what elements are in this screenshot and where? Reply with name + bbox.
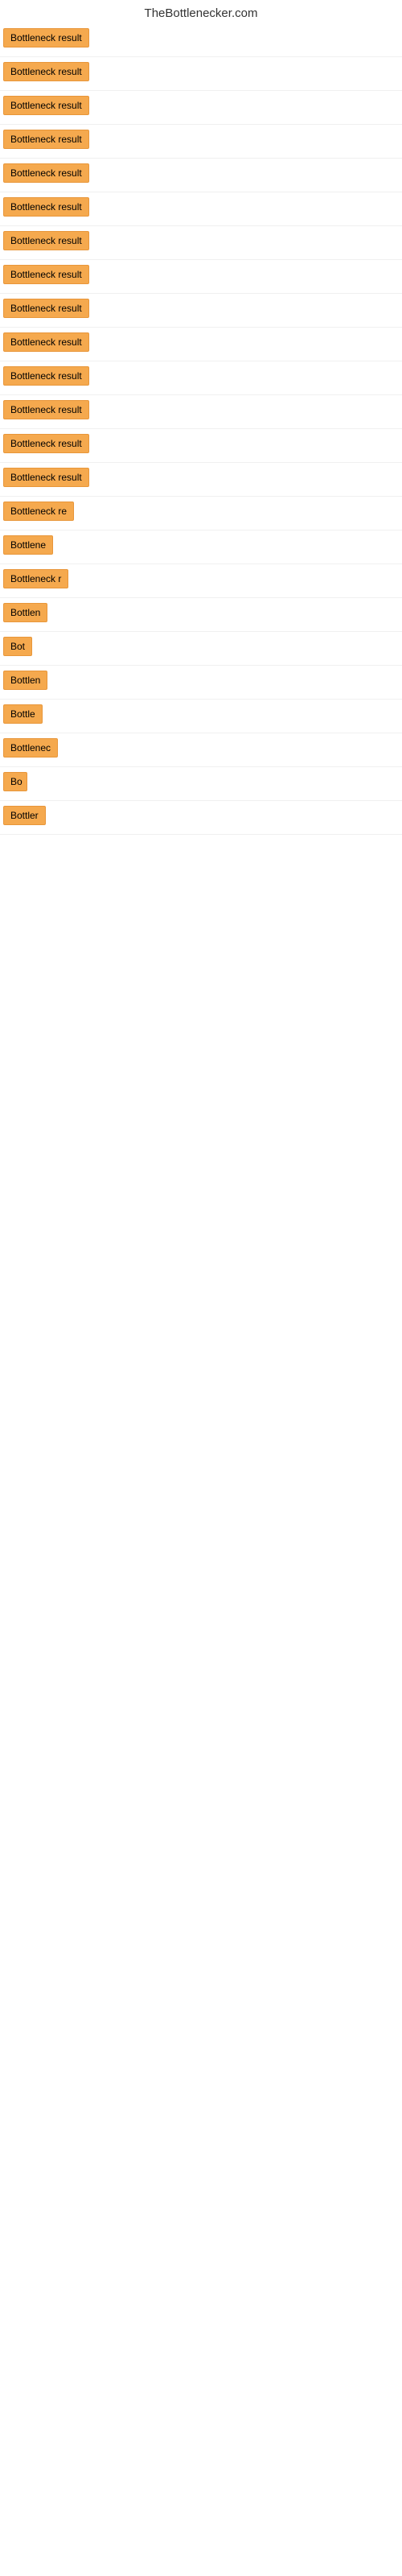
bottleneck-badge[interactable]: Bottleneck result — [3, 28, 89, 47]
result-row: Bottleneck result — [0, 226, 402, 260]
bottleneck-badge[interactable]: Bottleneck result — [3, 400, 89, 419]
result-row: Bottleneck result — [0, 463, 402, 497]
result-row: Bottlen — [0, 666, 402, 700]
bottleneck-badge[interactable]: Bot — [3, 637, 32, 656]
result-row: Bottle — [0, 700, 402, 733]
bottleneck-badge[interactable]: Bottleneck result — [3, 130, 89, 149]
result-row: Bottleneck result — [0, 328, 402, 361]
result-row: Bot — [0, 632, 402, 666]
result-row: Bottleneck result — [0, 91, 402, 125]
bottleneck-badge[interactable]: Bottleneck result — [3, 299, 89, 318]
result-row: Bo — [0, 767, 402, 801]
result-row: Bottleneck result — [0, 395, 402, 429]
bottleneck-badge[interactable]: Bottleneck result — [3, 163, 89, 183]
result-row: Bottleneck result — [0, 361, 402, 395]
results-list: Bottleneck result Bottleneck result Bottle… — [0, 23, 402, 835]
result-row: Bottleneck r — [0, 564, 402, 598]
bottleneck-badge[interactable]: Bottlene — [3, 535, 53, 555]
bottleneck-badge[interactable]: Bottleneck result — [3, 332, 89, 352]
bottleneck-badge[interactable]: Bottle — [3, 704, 43, 724]
result-row: Bottleneck result — [0, 294, 402, 328]
result-row: Bottleneck result — [0, 57, 402, 91]
result-row: Bottleneck result — [0, 159, 402, 192]
result-row: Bottleneck result — [0, 429, 402, 463]
result-row: Bottleneck result — [0, 260, 402, 294]
bottleneck-badge[interactable]: Bottleneck result — [3, 197, 89, 217]
bottleneck-badge[interactable]: Bottlenec — [3, 738, 58, 758]
bottleneck-badge[interactable]: Bottleneck re — [3, 502, 74, 521]
result-row: Bottlen — [0, 598, 402, 632]
bottleneck-badge[interactable]: Bottlen — [3, 671, 47, 690]
bottleneck-badge[interactable]: Bottleneck r — [3, 569, 68, 588]
bottleneck-badge[interactable]: Bottler — [3, 806, 46, 825]
bottleneck-badge[interactable]: Bottleneck result — [3, 366, 89, 386]
result-row: Bottleneck result — [0, 125, 402, 159]
result-row: Bottler — [0, 801, 402, 835]
bottleneck-badge[interactable]: Bottleneck result — [3, 96, 89, 115]
result-row: Bottleneck re — [0, 497, 402, 530]
bottleneck-badge[interactable]: Bottleneck result — [3, 265, 89, 284]
result-row: Bottleneck result — [0, 23, 402, 57]
bottleneck-badge[interactable]: Bottlen — [3, 603, 47, 622]
site-title: TheBottlenecker.com — [0, 0, 402, 23]
result-row: Bottleneck result — [0, 192, 402, 226]
bottleneck-badge[interactable]: Bottleneck result — [3, 231, 89, 250]
result-row: Bottlenec — [0, 733, 402, 767]
bottleneck-badge[interactable]: Bo — [3, 772, 27, 791]
result-row: Bottlene — [0, 530, 402, 564]
page-wrapper: TheBottlenecker.com Bottleneck resultBot… — [0, 0, 402, 835]
bottleneck-badge[interactable]: Bottleneck result — [3, 468, 89, 487]
bottleneck-badge[interactable]: Bottleneck result — [3, 62, 89, 81]
bottleneck-badge[interactable]: Bottleneck result — [3, 434, 89, 453]
